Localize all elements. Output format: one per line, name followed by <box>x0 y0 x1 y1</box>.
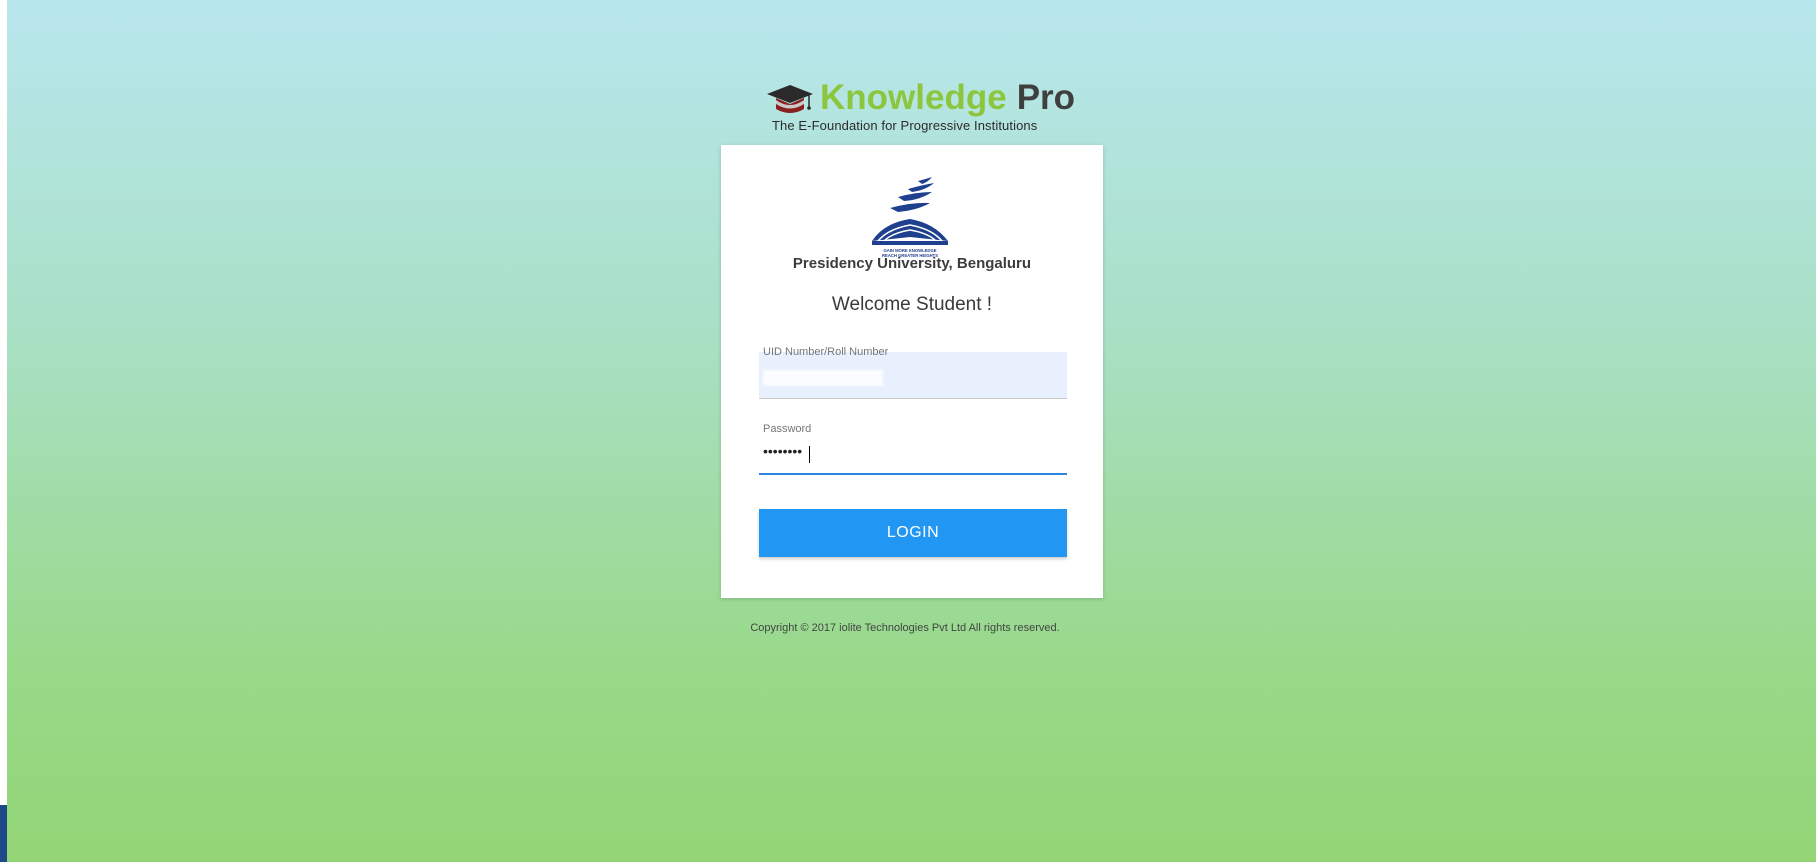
copyright-text: Copyright © 2017 iolite Technologies Pvt… <box>750 622 1060 634</box>
welcome-heading: Welcome Student ! <box>831 294 993 315</box>
window-left-edge <box>0 0 7 862</box>
brand-title-knowledge: Knowledge <box>820 78 1007 117</box>
university-name: Presidency University, Bengaluru <box>792 255 1032 272</box>
password-input[interactable]: •••••••• <box>763 443 1043 465</box>
login-card: GAIN MORE KNOWLEDGE REACH GREATER HEIGHT… <box>721 145 1103 598</box>
password-field-label: Password <box>763 423 812 435</box>
text-cursor <box>809 446 810 463</box>
university-logo: GAIN MORE KNOWLEDGE REACH GREATER HEIGHT… <box>872 177 948 258</box>
uid-input[interactable] <box>763 370 883 386</box>
graduation-cap-icon <box>767 85 813 113</box>
window-left-accent <box>0 805 7 862</box>
copyright-footer: Copyright © 2017 iolite Technologies Pvt… <box>0 622 1816 634</box>
login-button[interactable]: LOGIN <box>759 509 1067 557</box>
brand-title: Knowledge Pro <box>820 78 1075 118</box>
uid-field-label: UID Number/Roll Number <box>763 346 889 358</box>
brand-tagline: The E-Foundation for Progressive Institu… <box>772 118 1038 133</box>
uid-field[interactable]: UID Number/Roll Number <box>759 346 1067 399</box>
knowledge-pro-brand: Knowledge Pro The E-Foundation for Progre… <box>760 78 1075 138</box>
password-field[interactable]: Password •••••••• <box>759 421 1067 475</box>
brand-title-pro: Pro <box>1016 78 1076 117</box>
